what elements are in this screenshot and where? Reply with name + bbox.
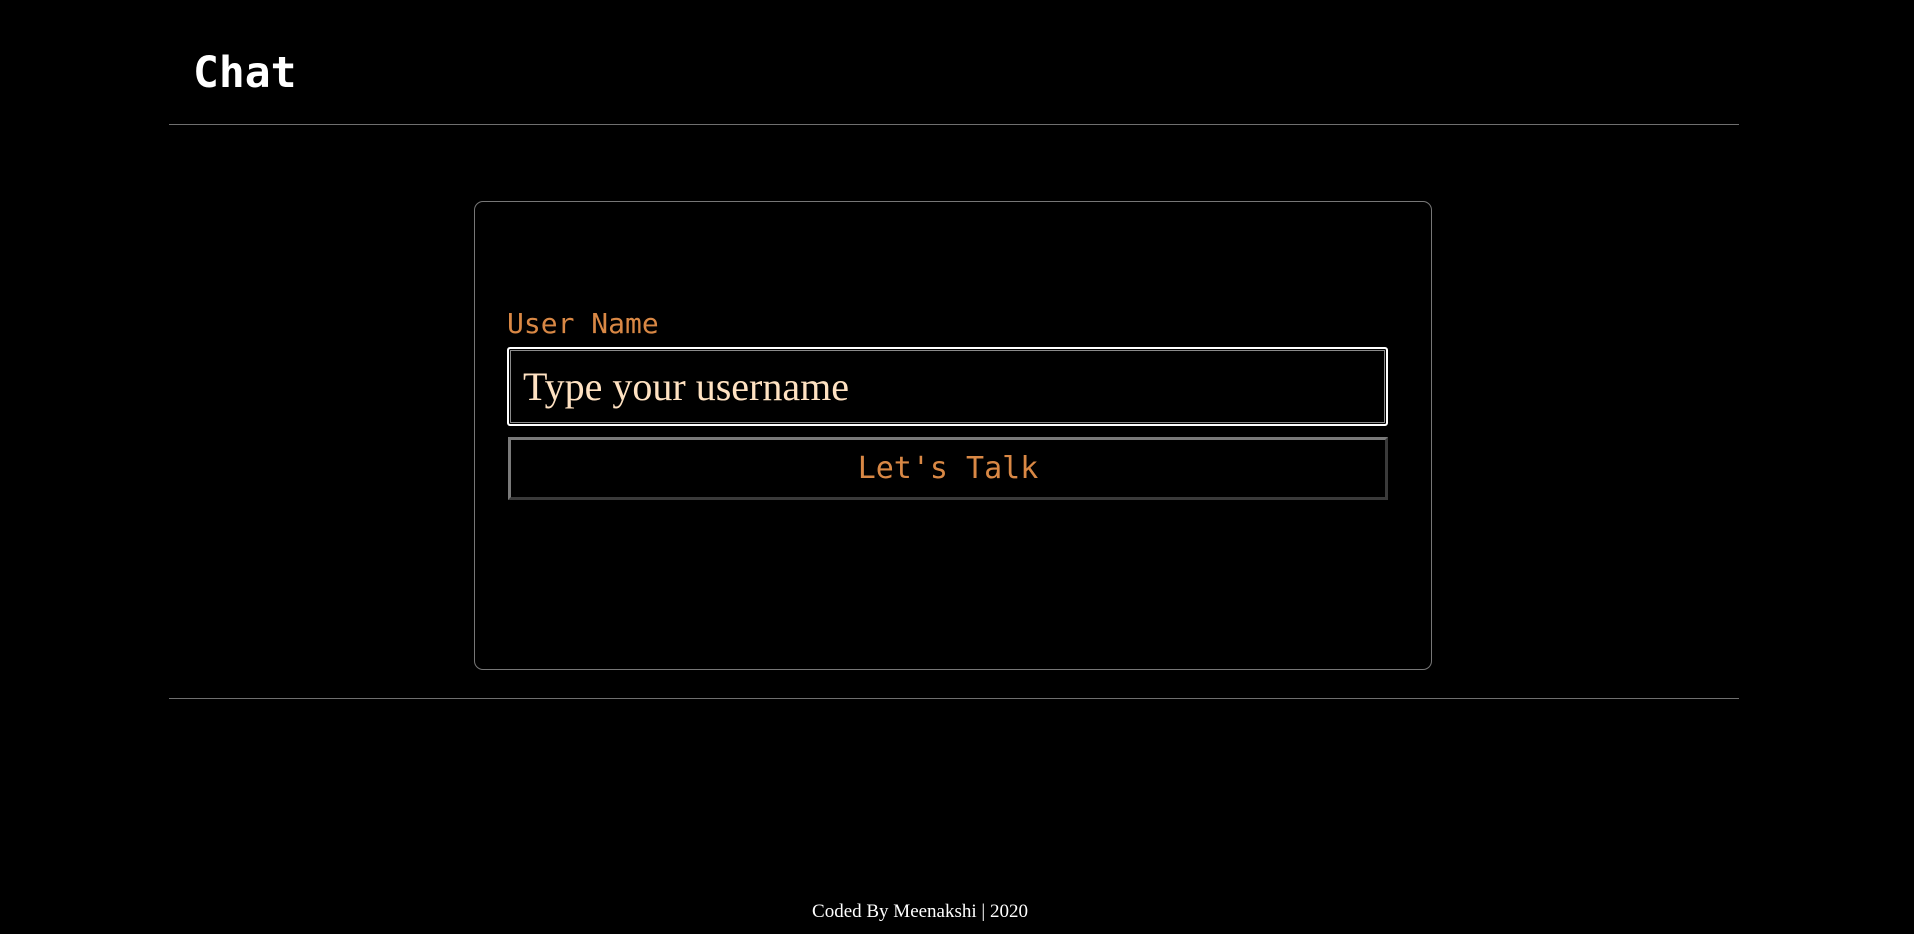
- app-title: Chat: [193, 48, 297, 98]
- chat-login-page: Chat User Name Let's Talk Coded By Meena…: [0, 0, 1914, 934]
- footer-credit: Coded By Meenakshi | 2020: [812, 901, 1028, 922]
- username-label: User Name: [507, 307, 659, 340]
- lets-talk-button[interactable]: Let's Talk: [508, 437, 1388, 500]
- login-card: User Name Let's Talk: [474, 201, 1432, 670]
- header-divider: [169, 124, 1739, 125]
- username-input[interactable]: [507, 347, 1388, 426]
- content-divider: [169, 698, 1739, 699]
